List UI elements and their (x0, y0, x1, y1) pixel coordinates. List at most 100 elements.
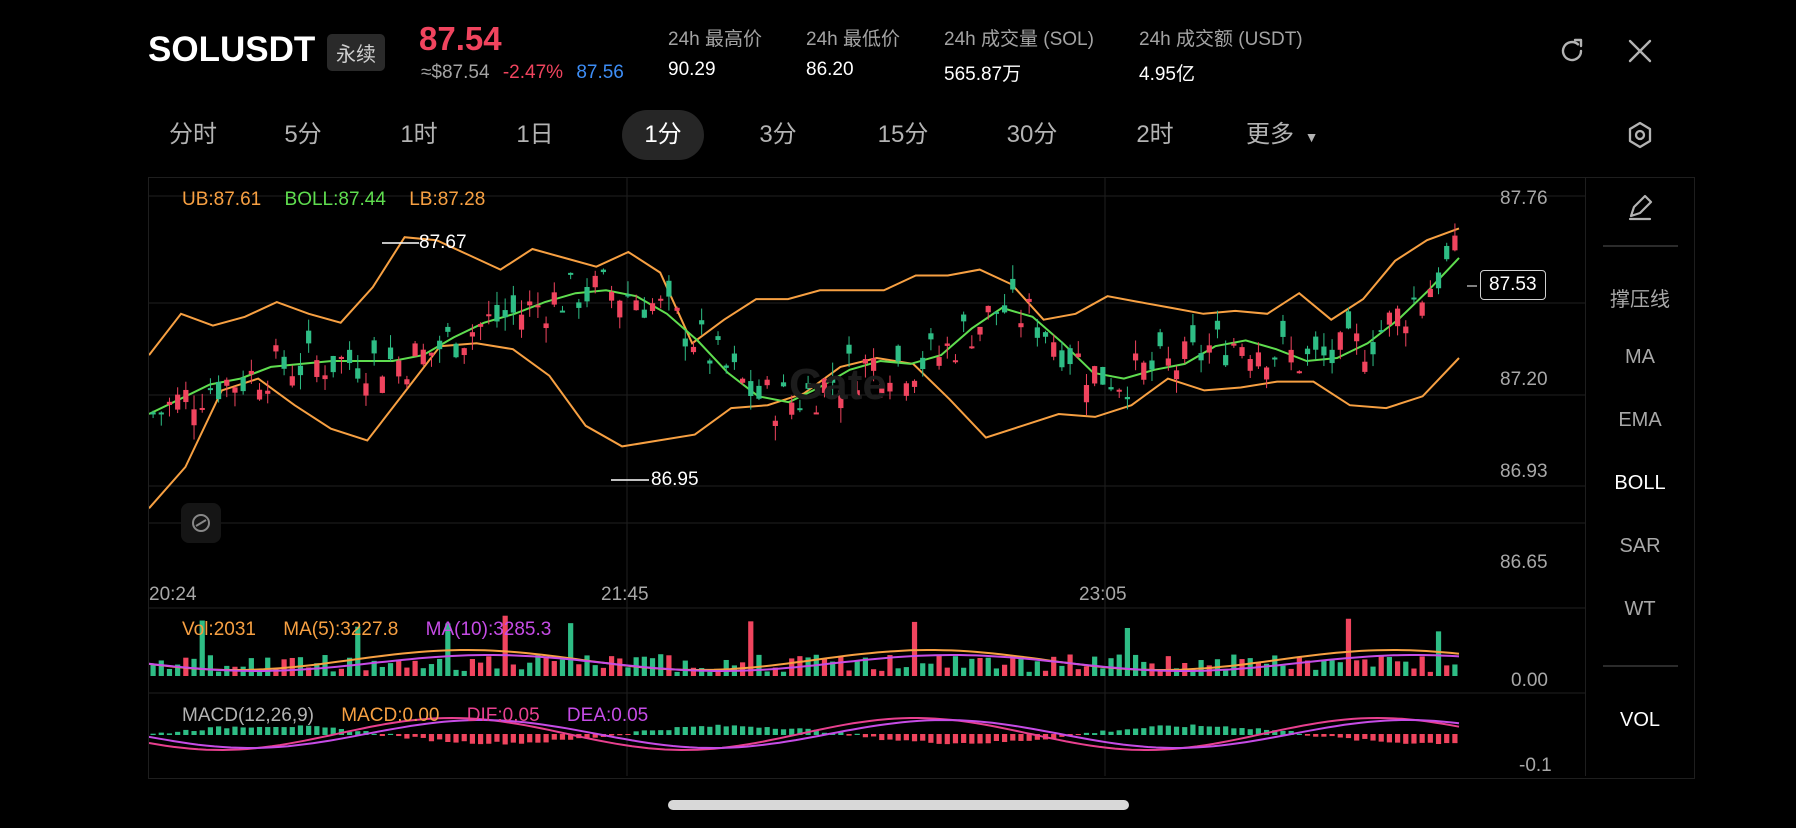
macd-bar (428, 734, 435, 742)
tab-30m[interactable]: 30分 (997, 110, 1067, 160)
macd-bar (551, 734, 557, 740)
volume-bar (158, 660, 164, 676)
refresh-icon[interactable] (1554, 33, 1590, 69)
volume-bar (977, 658, 983, 676)
macd-bar (502, 734, 508, 745)
volume-bar (215, 671, 222, 676)
y-tick-label: 87.20 (1500, 369, 1548, 390)
volume-bar (879, 670, 885, 676)
tab-more[interactable]: 更多 ▼ (1246, 110, 1326, 160)
candle-body (895, 345, 901, 362)
candle-body (437, 340, 443, 350)
candle-body (1100, 367, 1106, 385)
macd-bar (396, 734, 402, 737)
macd-bar (191, 731, 197, 735)
candle-body (543, 323, 549, 329)
macd-bar (1337, 734, 1343, 738)
macd-bar (1403, 734, 1409, 744)
stat-label: 24h 成交量 (SOL) (944, 29, 1094, 50)
indicator-boll[interactable]: BOLL (1586, 472, 1694, 495)
tab-15m[interactable]: 15分 (868, 110, 938, 160)
candle-body (412, 343, 418, 357)
chart-container[interactable]: UB:87.61 BOLL:87.44 LB:87.28 Vol:2031 MA… (148, 177, 1695, 779)
candle-body (527, 301, 533, 306)
indicator-ma[interactable]: MA (1586, 346, 1694, 369)
tab-1m[interactable]: 1分 (622, 110, 704, 160)
tab-1h[interactable]: 1时 (384, 110, 454, 160)
volume-bar (952, 656, 959, 676)
macd-bar (215, 726, 222, 735)
candle-body (1411, 297, 1417, 300)
tab-time-share[interactable]: 分时 (148, 110, 238, 160)
candle-body (764, 379, 770, 386)
volume-bar (1427, 671, 1433, 676)
close-icon[interactable] (1622, 33, 1658, 69)
macd-bar (371, 733, 377, 735)
candle-body (993, 311, 1000, 314)
volume-bar (1223, 670, 1229, 676)
volume-bar (551, 661, 557, 676)
macd-bar (477, 734, 484, 745)
candle-body (420, 349, 426, 365)
mark-price: 87.56 (576, 62, 624, 83)
macd-bar (1182, 727, 1188, 735)
volume-bar (363, 670, 369, 676)
candle-body (1452, 235, 1458, 251)
tab-2h[interactable]: 2时 (1120, 110, 1190, 160)
macd-bar (879, 734, 885, 741)
macd-bar (1452, 734, 1458, 744)
candle-body (944, 343, 950, 346)
settings-hexagon-icon[interactable] (1622, 117, 1658, 153)
macd-bar (1378, 734, 1384, 742)
macd-bar (1354, 734, 1360, 741)
indicator-sar[interactable]: SAR (1586, 535, 1694, 558)
candle-body (928, 333, 934, 340)
tab-3m[interactable]: 3分 (743, 110, 813, 160)
candle-body (977, 326, 983, 335)
candle-body (1165, 358, 1171, 366)
y-tick-label: 86.93 (1500, 461, 1548, 482)
volume-bar (985, 657, 991, 676)
volume-bar (682, 660, 688, 676)
volume-bar (707, 671, 713, 676)
macd-bar (281, 727, 287, 735)
macd-bar (1190, 724, 1196, 735)
candle-body (568, 272, 574, 275)
candle-body (1435, 272, 1442, 289)
tab-5m[interactable]: 5分 (268, 110, 338, 160)
volume-bar (584, 655, 590, 676)
volume-bar (248, 658, 254, 676)
volume-bar (715, 671, 721, 676)
chart-canvas[interactable] (149, 178, 1586, 776)
volume-bar (1362, 659, 1368, 676)
volume-bar (1345, 618, 1352, 676)
candle-body (191, 409, 197, 426)
pencil-icon[interactable] (1586, 192, 1694, 228)
macd-bar (633, 731, 639, 735)
candle-body (1124, 396, 1131, 400)
approx-usd-price: ≈$87.54 (421, 62, 490, 83)
macd-bar (1173, 726, 1180, 735)
candle-body (1182, 341, 1188, 359)
gate-logo-icon[interactable] (181, 503, 221, 543)
indicator-support-resistance[interactable]: 撑压线 (1586, 283, 1694, 312)
indicator-wt[interactable]: WT (1586, 598, 1694, 621)
volume-bar (338, 668, 345, 676)
volume-bar (404, 667, 410, 676)
candle-body (1296, 371, 1302, 374)
indicator-vol[interactable]: VOL (1586, 709, 1694, 732)
macd-bar (1092, 733, 1098, 735)
macd-bar (1313, 734, 1319, 737)
candle-body (428, 352, 435, 356)
volume-bar (1051, 656, 1057, 676)
tab-1d[interactable]: 1日 (500, 110, 570, 160)
macd-bar (658, 730, 664, 735)
indicator-ema[interactable]: EMA (1586, 409, 1694, 432)
candle-body (666, 280, 672, 297)
candle-body (224, 379, 230, 386)
volume-bar (756, 654, 762, 676)
volume-bar (920, 663, 926, 676)
volume-bar (625, 667, 631, 676)
candle-body (1345, 311, 1352, 329)
macd-bar (649, 730, 656, 735)
